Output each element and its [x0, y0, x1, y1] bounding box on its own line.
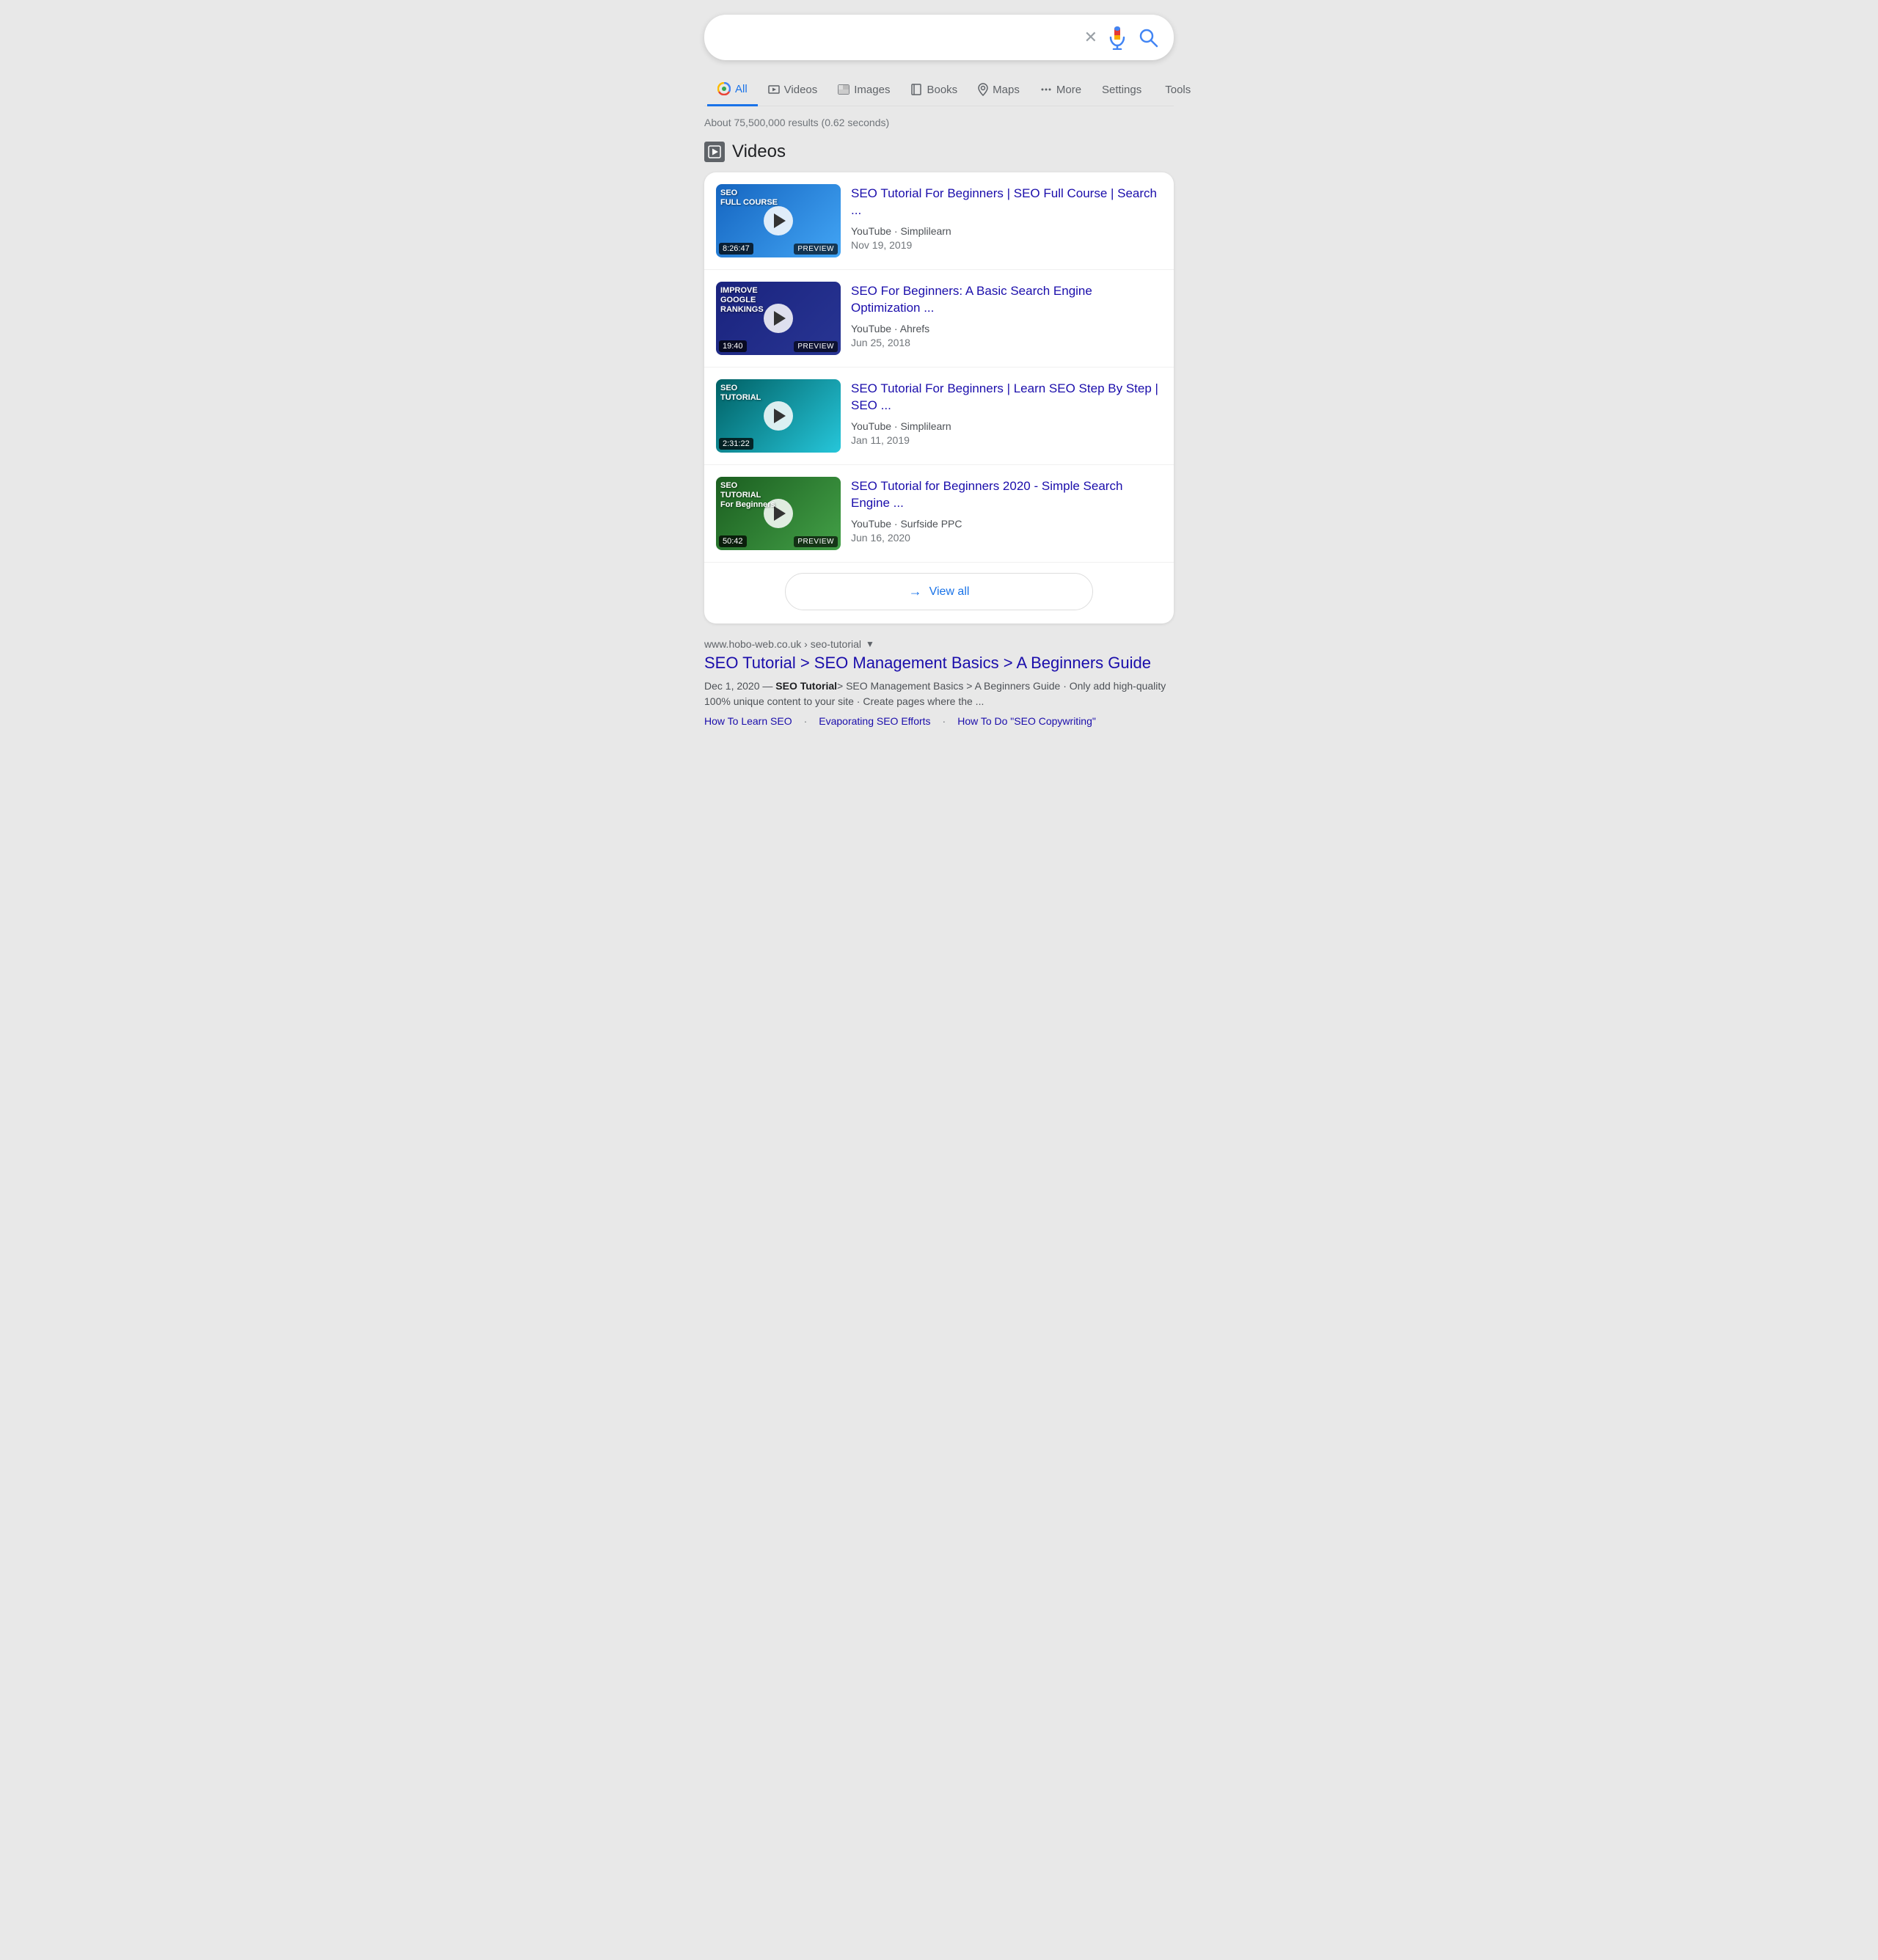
results-count: About 75,500,000 results (0.62 seconds) [704, 117, 1174, 128]
video-duration-4: 50:42 [719, 535, 747, 547]
tab-tools[interactable]: Tools [1155, 75, 1201, 105]
web-result-snippet: Dec 1, 2020 — SEO Tutorial> SEO Manageme… [704, 679, 1174, 709]
video-title-2[interactable]: SEO For Beginners: A Basic Search Engine… [851, 283, 1162, 317]
web-result-title[interactable]: SEO Tutorial > SEO Management Basics > A… [704, 653, 1174, 674]
web-result-link-1[interactable]: How To Learn SEO [704, 715, 792, 727]
microphone-icon [1108, 25, 1127, 50]
play-button-1[interactable] [764, 206, 793, 235]
video-date-1: Nov 19, 2019 [851, 239, 1162, 251]
snippet-date: Dec 1, 2020 [704, 680, 760, 692]
video-item-2: IMPROVEGOOGLERANKINGS 19:40 PREVIEW SEO … [704, 270, 1174, 368]
video-info-3: SEO Tutorial For Beginners | Learn SEO S… [851, 379, 1162, 446]
web-result-link-2[interactable]: Evaporating SEO Efforts [819, 715, 930, 727]
tab-tools-label: Tools [1165, 84, 1191, 96]
tab-maps-label: Maps [993, 84, 1020, 96]
clear-button[interactable]: ✕ [1084, 28, 1097, 47]
video-source-4: YouTube · Surfside PPC [851, 518, 1162, 530]
video-title-1[interactable]: SEO Tutorial For Beginners | SEO Full Co… [851, 186, 1162, 219]
video-title-3[interactable]: SEO Tutorial For Beginners | Learn SEO S… [851, 381, 1162, 414]
web-result-url-row: www.hobo-web.co.uk › seo-tutorial ▼ [704, 638, 1174, 650]
link-sep-1: · [804, 715, 808, 727]
view-all-container: → View all [704, 563, 1174, 624]
video-date-2: Jun 25, 2018 [851, 337, 1162, 348]
video-info-4: SEO Tutorial for Beginners 2020 - Simple… [851, 477, 1162, 544]
videos-section-icon [704, 142, 725, 162]
play-button-3[interactable] [764, 401, 793, 431]
tab-settings[interactable]: Settings [1092, 75, 1152, 105]
voice-search-button[interactable] [1108, 25, 1127, 50]
tab-videos-label: Videos [784, 84, 818, 96]
thumb-text-3: SEOTUTORIAL [720, 384, 761, 403]
books-tab-icon [910, 84, 922, 95]
thumb-text-4: SEOTUTORIALFor Beginners [720, 481, 775, 511]
link-sep-2: · [943, 715, 946, 727]
videos-section-header: Videos [704, 142, 1174, 162]
maps-tab-icon [978, 83, 988, 96]
video-info-2: SEO For Beginners: A Basic Search Engine… [851, 282, 1162, 348]
tab-books[interactable]: Books [900, 75, 968, 105]
video-duration-2: 19:40 [719, 340, 747, 352]
tab-all[interactable]: All [707, 73, 758, 106]
tab-maps[interactable]: Maps [968, 74, 1030, 105]
view-all-arrow-icon: → [909, 584, 922, 599]
more-tab-icon [1040, 84, 1052, 95]
video-item-3: SEOTUTORIAL 2:31:22 SEO Tutorial For Beg… [704, 368, 1174, 465]
preview-badge-2: PREVIEW [794, 341, 838, 352]
video-source-2: YouTube · Ahrefs [851, 323, 1162, 334]
tab-videos[interactable]: Videos [758, 75, 828, 105]
video-duration-1: 8:26:47 [719, 243, 753, 255]
web-result-link-3[interactable]: How To Do "SEO Copywriting" [957, 715, 1096, 727]
video-source-3: YouTube · Simplilearn [851, 420, 1162, 432]
video-thumb-1[interactable]: SEOFULL COURSE 8:26:47 PREVIEW [716, 184, 841, 257]
thumb-text-2: IMPROVEGOOGLERANKINGS [720, 286, 764, 315]
preview-badge-1: PREVIEW [794, 244, 838, 255]
tab-images-label: Images [854, 84, 890, 96]
video-source-1: YouTube · Simplilearn [851, 225, 1162, 237]
play-triangle-3 [774, 409, 786, 423]
video-thumb-2[interactable]: IMPROVEGOOGLERANKINGS 19:40 PREVIEW [716, 282, 841, 355]
video-duration-3: 2:31:22 [719, 438, 753, 450]
tab-all-label: All [735, 83, 748, 95]
search-icon [1138, 27, 1158, 48]
view-all-label: View all [929, 585, 970, 599]
videos-section-title: Videos [732, 142, 786, 162]
snippet-rest: > SEO Management Basics > A Beginners Gu… [704, 680, 1166, 707]
search-tabs: All Videos Images Books [704, 73, 1174, 106]
video-item-4: SEOTUTORIALFor Beginners 50:42 PREVIEW S… [704, 465, 1174, 563]
play-section-icon [708, 145, 721, 158]
video-info-1: SEO Tutorial For Beginners | SEO Full Co… [851, 184, 1162, 251]
videos-tab-icon [768, 84, 780, 95]
snippet-bold: SEO Tutorial [775, 680, 837, 692]
google-icon [717, 82, 731, 95]
web-result-links: How To Learn SEO · Evaporating SEO Effor… [704, 715, 1174, 727]
video-date-4: Jun 16, 2020 [851, 532, 1162, 544]
search-bar: seo tutorial ✕ [704, 15, 1174, 60]
play-triangle-1 [774, 213, 786, 228]
video-item-1: SEOFULL COURSE 8:26:47 PREVIEW SEO Tutor… [704, 172, 1174, 270]
images-tab-icon [838, 84, 850, 95]
video-title-4[interactable]: SEO Tutorial for Beginners 2020 - Simple… [851, 478, 1162, 512]
video-thumb-4[interactable]: SEOTUTORIALFor Beginners 50:42 PREVIEW [716, 477, 841, 550]
video-thumb-3[interactable]: SEOTUTORIAL 2:31:22 [716, 379, 841, 453]
tab-images[interactable]: Images [827, 75, 900, 105]
tab-settings-label: Settings [1102, 84, 1141, 96]
tab-more[interactable]: More [1030, 75, 1092, 105]
web-result-url: www.hobo-web.co.uk › seo-tutorial [704, 638, 861, 650]
search-input[interactable]: seo tutorial [719, 29, 1084, 46]
thumb-text-1: SEOFULL COURSE [720, 189, 778, 208]
video-date-3: Jan 11, 2019 [851, 434, 1162, 446]
tab-books-label: Books [927, 84, 957, 96]
search-button[interactable] [1137, 26, 1159, 48]
preview-badge-4: PREVIEW [794, 536, 838, 547]
web-result-dropdown-icon[interactable]: ▼ [866, 639, 874, 649]
close-icon: ✕ [1084, 28, 1097, 47]
play-triangle-2 [774, 311, 786, 326]
tab-more-label: More [1056, 84, 1081, 96]
videos-card: SEOFULL COURSE 8:26:47 PREVIEW SEO Tutor… [704, 172, 1174, 624]
web-result-1: www.hobo-web.co.uk › seo-tutorial ▼ SEO … [704, 638, 1174, 727]
play-button-2[interactable] [764, 304, 793, 333]
view-all-button[interactable]: → View all [785, 573, 1093, 610]
